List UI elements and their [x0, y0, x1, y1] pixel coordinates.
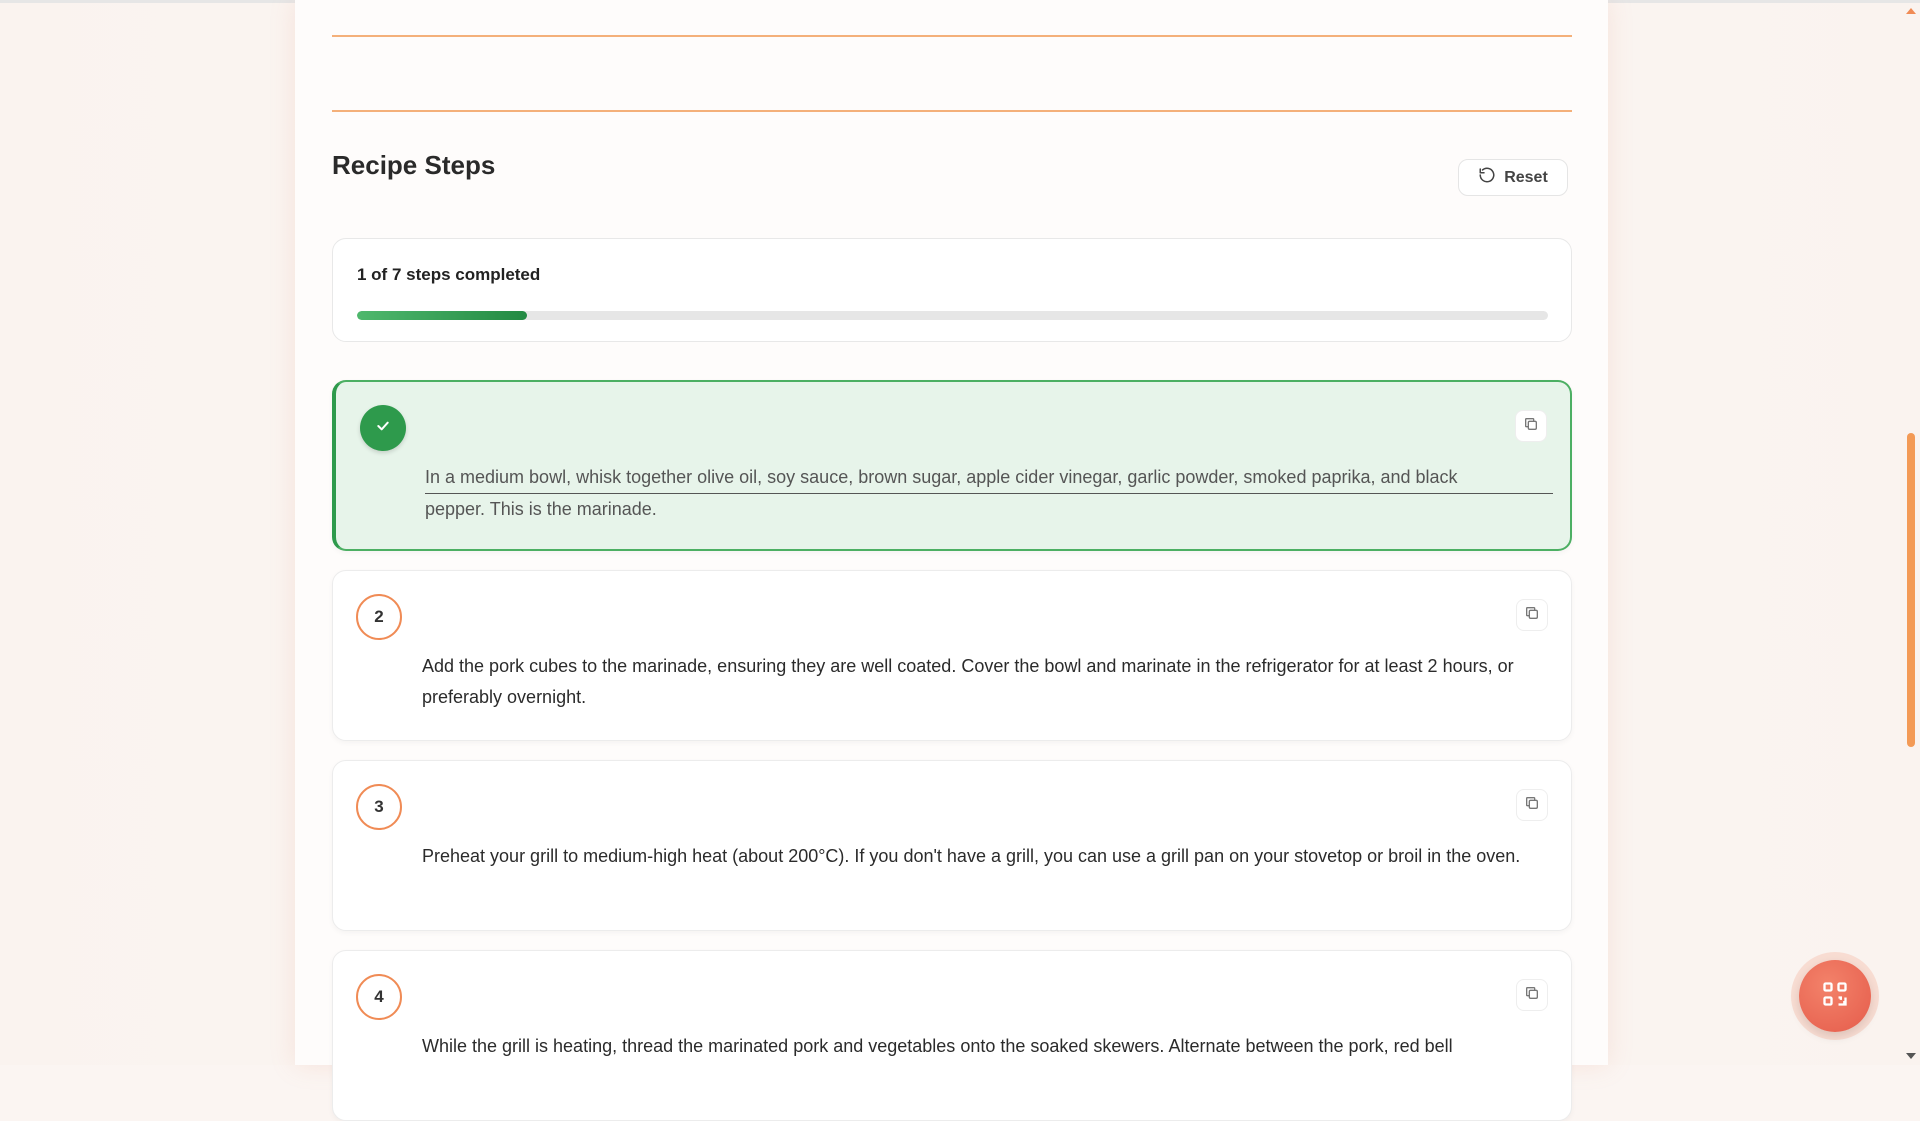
- check-icon: [375, 418, 391, 439]
- step-text: While the grill is heating, thread the m…: [422, 1036, 1453, 1056]
- scroll-down-arrow[interactable]: [1906, 1053, 1916, 1059]
- copy-button[interactable]: [1516, 789, 1548, 821]
- step-item-1[interactable]: In a medium bowl, whisk together olive o…: [332, 380, 1572, 551]
- progress-fill: [357, 311, 528, 320]
- copy-icon: [1524, 985, 1540, 1006]
- step-number[interactable]: 4: [356, 974, 402, 1020]
- scroll-up-arrow[interactable]: [1906, 8, 1916, 14]
- scrollbar-thumb[interactable]: [1907, 433, 1915, 747]
- copy-button[interactable]: [1515, 410, 1547, 442]
- copy-icon: [1523, 416, 1539, 437]
- progress-text: 1 of 7 steps completed: [357, 265, 541, 284]
- progress-card: 1 of 7 steps completed: [332, 238, 1572, 342]
- section-title: Recipe Steps: [332, 150, 496, 180]
- step-item-4[interactable]: 4 While the grill is heating, thread the…: [332, 950, 1572, 1121]
- step-text: Add the pork cubes to the marinade, ensu…: [422, 656, 1514, 707]
- step-text-line2: pepper. This is the marinade.: [425, 499, 657, 519]
- reset-label: Reset: [1504, 168, 1548, 186]
- copy-button[interactable]: [1516, 979, 1548, 1011]
- step-text-line1: In a medium bowl, whisk together olive o…: [425, 462, 1553, 494]
- step-number[interactable]: 3: [356, 784, 402, 830]
- step-item-2[interactable]: 2 Add the pork cubes to the marinade, en…: [332, 570, 1572, 741]
- divider-top: [332, 35, 1572, 37]
- copy-button[interactable]: [1516, 599, 1548, 631]
- qr-code-icon: [1821, 980, 1849, 1013]
- step-item-3[interactable]: 3 Preheat your grill to medium-high heat…: [332, 760, 1572, 931]
- step-number[interactable]: 2: [356, 594, 402, 640]
- step-text: In a medium bowl, whisk together olive o…: [425, 462, 1553, 525]
- copy-icon: [1524, 795, 1540, 816]
- progress-track: [357, 311, 1548, 320]
- reset-button[interactable]: Reset: [1458, 159, 1568, 196]
- step-text: Preheat your grill to medium-high heat (…: [422, 846, 1521, 866]
- recipe-card: Recipe Steps Reset 1 of 7 steps complete…: [295, 0, 1608, 1121]
- refresh-icon: [1478, 166, 1496, 189]
- qr-code-button[interactable]: [1799, 960, 1871, 1032]
- copy-icon: [1524, 605, 1540, 626]
- divider-section: [332, 110, 1572, 112]
- step-check[interactable]: [360, 405, 406, 451]
